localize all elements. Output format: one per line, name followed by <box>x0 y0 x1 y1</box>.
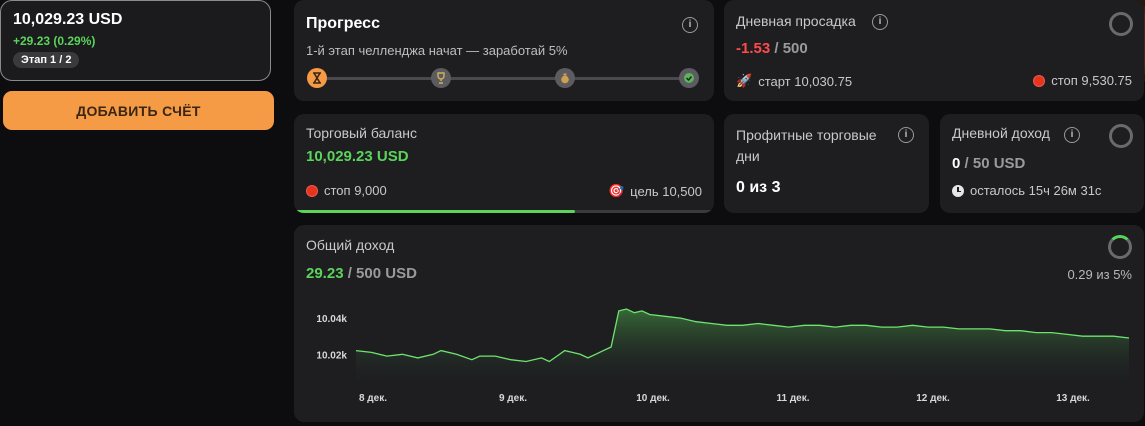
check-icon <box>679 68 699 88</box>
profit-days-value: 0 из 3 <box>736 179 781 196</box>
hourglass-icon <box>307 68 327 88</box>
daily-income-value-row: 0 / 50 USD <box>952 155 1025 172</box>
account-balance: 10,029.23 USD <box>13 11 123 28</box>
balance-stop: стоп 9,000 <box>306 183 387 198</box>
stop-icon <box>306 184 318 197</box>
total-income-card: Общий доход 29.23 / 500 USD 0.29 из 5% 1… <box>294 225 1144 422</box>
progress-ring <box>1109 12 1133 36</box>
balance-target: 🎯 цель 10,500 <box>608 183 702 199</box>
balance-progress-fill <box>294 210 576 213</box>
drawdown-title: Дневная просадка <box>736 13 856 29</box>
drawdown-limit: / 500 <box>774 40 808 57</box>
trophy-icon <box>431 68 451 88</box>
stage-badge: Этап 1 / 2 <box>13 52 80 68</box>
trading-balance-card: Торговый баланс 10,029.23 USD стоп 9,000… <box>294 114 714 213</box>
info-icon[interactable]: i <box>898 127 914 143</box>
balance-stop-text: стоп 9,000 <box>324 183 387 198</box>
progress-title: Прогресс <box>306 15 380 32</box>
drawdown-start: 🚀 старт 10,030.75 <box>736 73 852 89</box>
drawdown-stop-text: стоп 9,530.75 <box>1051 73 1132 88</box>
drawdown-stop: стоп 9,530.75 <box>1033 73 1132 88</box>
info-icon[interactable]: i <box>1064 127 1080 143</box>
balance-title: Торговый баланс <box>306 125 417 141</box>
x-tick-label: 9 дек. <box>499 393 527 404</box>
profit-days-title: Профитные торговые дни <box>736 125 877 167</box>
add-account-button[interactable]: ДОБАВИТЬ СЧЁТ <box>3 91 274 130</box>
daily-income-remaining-text: осталось 15ч 26м 31с <box>970 183 1102 198</box>
x-tick-label: 8 дек. <box>359 393 387 404</box>
money-bag-icon <box>555 68 575 88</box>
rocket-icon: 🚀 <box>736 73 753 88</box>
drawdown-start-text: старт 10,030.75 <box>758 73 853 89</box>
clock-icon <box>952 184 964 197</box>
y-tick-label: 10.02k <box>316 350 347 361</box>
progress-card: Прогресс i 1-й этап челленджа начат — за… <box>294 0 714 101</box>
chart-area <box>356 309 1129 385</box>
daily-income-remaining: осталось 15ч 26м 31с <box>952 183 1101 198</box>
profit-days-title-line2: дни <box>736 148 760 164</box>
x-tick-label: 11 дек. <box>776 393 809 404</box>
target-icon: 🎯 <box>607 183 625 198</box>
x-tick-label: 13 дек. <box>1056 393 1090 404</box>
profitable-days-card: Профитные торговые дни i 0 из 3 <box>724 114 929 213</box>
daily-income-title: Дневной доход <box>952 125 1050 141</box>
info-icon[interactable]: i <box>872 14 888 30</box>
progress-track <box>320 77 688 80</box>
x-tick-label: 10 дек. <box>636 393 670 404</box>
account-card[interactable]: 10,029.23 USD +29.23 (0.29%) Этап 1 / 2 <box>0 0 1145 81</box>
balance-value: 10,029.23 USD <box>306 148 409 165</box>
daily-income-limit: / 50 USD <box>964 155 1026 172</box>
balance-target-text: цель 10,500 <box>630 183 702 199</box>
info-icon[interactable]: i <box>682 17 698 33</box>
daily-drawdown-card: Дневная просадка i -1.53 / 500 🚀 старт 1… <box>724 0 1144 101</box>
progress-subtitle: 1-й этап челленджа начат — заработай 5% <box>306 43 568 58</box>
daily-income-card: Дневной доход i 0 / 50 USD осталось 15ч … <box>940 114 1144 213</box>
stop-icon <box>1033 74 1046 87</box>
account-change: +29.23 (0.29%) <box>13 34 96 48</box>
x-tick-label: 12 дек. <box>916 393 950 404</box>
progress-ring <box>1109 124 1133 148</box>
drawdown-value: -1.53 <box>736 40 771 57</box>
y-tick-label: 10.04k <box>316 314 347 325</box>
daily-income-value: 0 <box>952 155 961 172</box>
total-income-chart: 10.04k 10.02k 8 дек. 9 дек. 10 дек. 11 дек. 1… <box>316 308 1130 404</box>
profit-days-title-line1: Профитные торговые <box>736 127 877 143</box>
drawdown-value-row: -1.53 / 500 <box>736 40 808 57</box>
